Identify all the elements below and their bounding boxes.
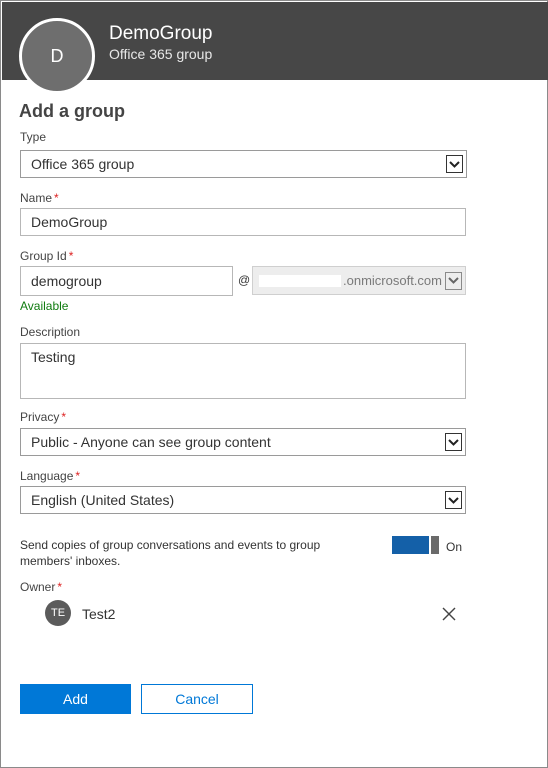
required-mark: * [57,580,63,594]
domain-select-value: .onmicrosoft.com [343,273,442,288]
group-id-label-text: Group Id [20,249,67,263]
description-label-text: Description [20,325,81,339]
required-mark: * [61,410,67,424]
close-icon[interactable] [441,606,457,622]
name-label-text: Name [20,191,53,205]
toggle-knob [429,536,439,554]
toggle-state-text: On [446,540,463,554]
owner-label-text: Owner [20,580,56,594]
type-label: Type [20,130,46,144]
description-label: Description [20,325,80,339]
required-mark: * [54,191,59,205]
privacy-select[interactable]: Public - Anyone can see group content [20,428,466,456]
name-label: Name * [20,191,59,205]
name-field[interactable]: DemoGroup [20,208,466,236]
add-group-panel: DemoGroup Office 365 group D Add a group… [0,0,548,768]
domain-select[interactable]: .onmicrosoft.com [252,266,466,295]
description-value: Testing [31,349,76,365]
form-title: Add a group [19,101,125,121]
group-type-subtitle: Office 365 group [109,46,213,62]
cancel-button[interactable]: Cancel [141,684,253,714]
language-select-value: English (United States) [31,492,175,508]
name-field-value: DemoGroup [31,214,108,230]
privacy-label: Privacy * [20,410,66,424]
add-button[interactable]: Add [20,684,131,714]
language-select[interactable]: English (United States) [20,486,466,514]
privacy-label-text: Privacy [20,410,60,424]
type-select-value: Office 365 group [31,156,135,172]
required-mark: * [75,469,81,483]
language-label: Language * [20,469,80,483]
group-display-name: DemoGroup [109,23,213,44]
chevron-down-icon[interactable] [445,433,462,451]
send-copies-toggle[interactable] [392,536,439,554]
chevron-down-icon[interactable] [445,271,462,290]
type-label-text: Type [20,130,47,144]
chevron-down-icon[interactable] [446,155,463,173]
chevron-down-icon[interactable] [445,491,462,509]
redacted-domain [259,274,341,287]
language-label-text: Language [20,469,74,483]
privacy-select-value: Public - Anyone can see group content [31,434,271,450]
required-mark: * [68,249,74,263]
group-id-field-value: demogroup [31,273,102,289]
owner-label: Owner * [20,580,62,594]
at-symbol: @ [238,273,251,287]
owner-name: Test2 [82,606,116,622]
group-id-label: Group Id * [20,249,73,263]
group-avatar: D [19,18,95,94]
availability-status: Available [20,299,69,313]
type-select[interactable]: Office 365 group [20,150,467,178]
group-id-field[interactable]: demogroup [20,266,233,296]
owner-avatar: TE [45,600,71,626]
description-textarea[interactable]: Testing [20,343,466,399]
send-copies-label: Send copies of group conversations and e… [20,538,321,568]
